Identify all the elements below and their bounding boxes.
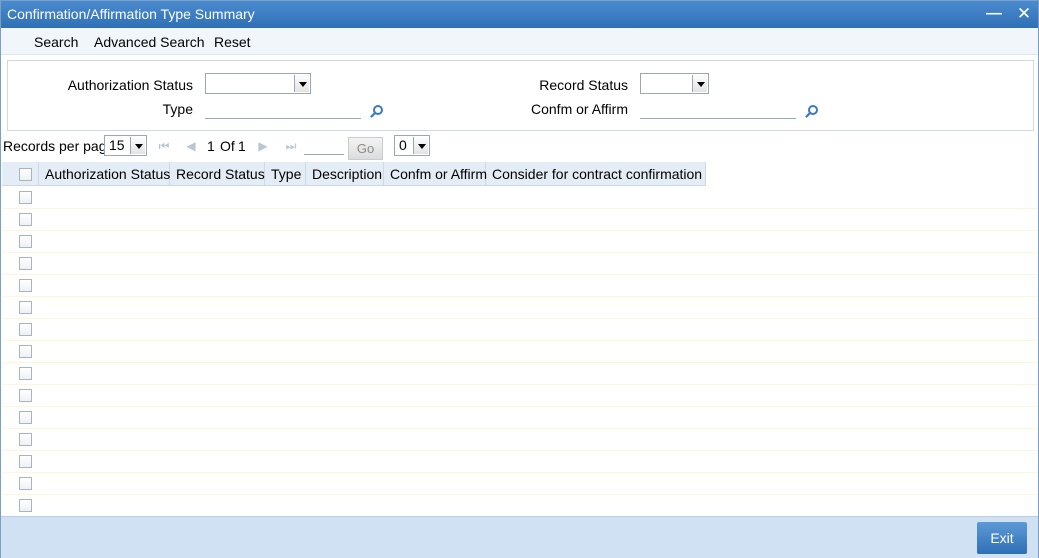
table-row[interactable]	[2, 341, 1038, 363]
table-row[interactable]	[2, 473, 1038, 495]
chevron-down-icon	[130, 137, 145, 154]
table-row[interactable]	[2, 209, 1038, 231]
column-header[interactable]: Consider for contract confirmation	[486, 162, 706, 186]
pagination-bar: Records per page 15 ⏮ ◀ 1 Of 1 ▶ ⏭ Go 0	[1, 134, 1038, 161]
row-checkbox[interactable]	[19, 477, 32, 490]
total-pages: 1	[238, 138, 246, 154]
previous-page-icon[interactable]: ◀	[184, 139, 198, 153]
table-row[interactable]	[2, 275, 1038, 297]
table-row[interactable]	[2, 429, 1038, 451]
selected-count-select[interactable]: 0	[394, 135, 430, 156]
row-checkbox[interactable]	[19, 213, 32, 226]
authorization-status-select[interactable]	[205, 73, 311, 94]
row-checkbox[interactable]	[19, 455, 32, 468]
search-icon[interactable]	[370, 104, 384, 118]
record-status-select[interactable]	[640, 73, 709, 94]
row-checkbox[interactable]	[19, 279, 32, 292]
row-checkbox[interactable]	[19, 345, 32, 358]
table-row[interactable]	[2, 297, 1038, 319]
row-checkbox[interactable]	[19, 301, 32, 314]
minimize-icon[interactable]: —	[985, 5, 1003, 23]
row-checkbox[interactable]	[19, 257, 32, 270]
type-label: Type	[162, 101, 193, 117]
records-per-page-label: Records per page	[3, 138, 115, 154]
type-input[interactable]	[205, 99, 361, 119]
table-row[interactable]	[2, 385, 1038, 407]
close-icon[interactable]: ✕	[1015, 5, 1033, 23]
table-row[interactable]	[2, 363, 1038, 385]
selected-count-value: 0	[399, 137, 407, 153]
column-header[interactable]: Type	[265, 162, 306, 186]
row-checkbox[interactable]	[19, 367, 32, 380]
window-title: Confirmation/Affirmation Type Summary	[7, 6, 255, 22]
footer-bar: Exit	[1, 516, 1038, 558]
goto-page-input[interactable]	[304, 137, 344, 155]
search-menu-item[interactable]: Search	[34, 34, 78, 50]
column-header[interactable]: Record Status	[170, 162, 265, 186]
table-row[interactable]	[2, 319, 1038, 341]
search-criteria-panel: Authorization Status Type Record Status …	[7, 60, 1034, 131]
chevron-down-icon	[413, 137, 428, 154]
last-page-icon[interactable]: ⏭	[284, 139, 298, 153]
go-button[interactable]: Go	[348, 137, 383, 160]
grid-header: Authorization Status Record Status Type …	[2, 162, 706, 186]
select-all-checkbox[interactable]	[19, 168, 32, 181]
current-page: 1	[207, 138, 215, 154]
row-checkbox[interactable]	[19, 191, 32, 204]
table-row[interactable]	[2, 495, 1038, 516]
row-checkbox[interactable]	[19, 411, 32, 424]
table-row[interactable]	[2, 231, 1038, 253]
authorization-status-label: Authorization Status	[67, 77, 193, 93]
confm-or-affirm-input[interactable]	[640, 99, 796, 119]
row-checkbox[interactable]	[19, 499, 32, 512]
chevron-down-icon	[294, 75, 309, 92]
search-icon[interactable]	[805, 104, 819, 118]
table-row[interactable]	[2, 253, 1038, 275]
title-bar: Confirmation/Affirmation Type Summary — …	[1, 1, 1038, 28]
records-per-page-value: 15	[109, 137, 125, 153]
row-checkbox[interactable]	[19, 389, 32, 402]
advanced-search-menu-item[interactable]: Advanced Search	[94, 34, 205, 50]
row-checkbox[interactable]	[19, 235, 32, 248]
table-row[interactable]	[2, 187, 1038, 209]
results-grid: Authorization Status Record Status Type …	[2, 162, 1038, 516]
next-page-icon[interactable]: ▶	[256, 139, 270, 153]
column-header[interactable]: Description	[306, 162, 384, 186]
column-header[interactable]: Authorization Status	[39, 162, 170, 186]
select-all-cell	[2, 162, 39, 186]
menu-bar: Search Advanced Search Reset	[1, 28, 1038, 55]
summary-window: Confirmation/Affirmation Type Summary — …	[0, 0, 1039, 558]
records-per-page-select[interactable]: 15	[104, 135, 147, 156]
table-row[interactable]	[2, 451, 1038, 473]
row-checkbox[interactable]	[19, 323, 32, 336]
confm-or-affirm-label: Confm or Affirm	[531, 101, 628, 117]
exit-button[interactable]: Exit	[977, 522, 1027, 554]
of-label: Of	[220, 138, 235, 154]
record-status-label: Record Status	[539, 77, 628, 93]
chevron-down-icon	[692, 75, 707, 92]
row-checkbox[interactable]	[19, 433, 32, 446]
column-header[interactable]: Confm or Affirm	[384, 162, 487, 186]
reset-menu-item[interactable]: Reset	[214, 34, 251, 50]
table-row[interactable]	[2, 407, 1038, 429]
first-page-icon[interactable]: ⏮	[157, 139, 171, 153]
